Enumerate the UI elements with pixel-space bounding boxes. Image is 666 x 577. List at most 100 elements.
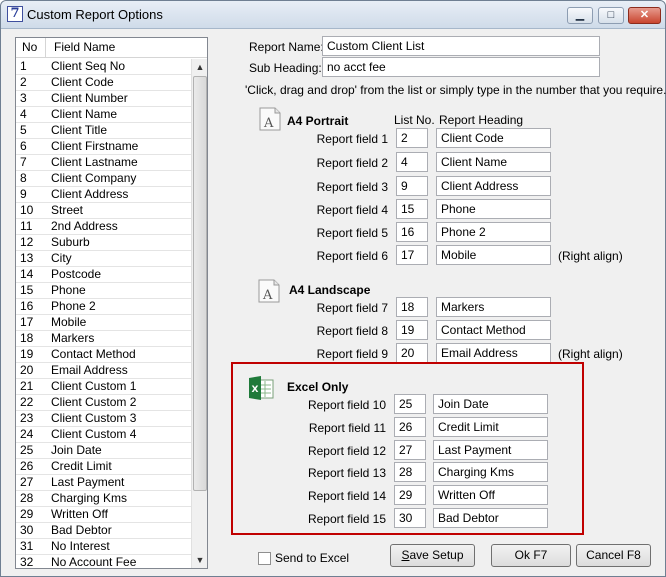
list-item-field-name: No Interest <box>51 539 110 553</box>
list-item[interactable]: 19 Contact Method <box>16 347 191 363</box>
list-item[interactable]: 26 Credit Limit <box>16 459 191 475</box>
report-heading-input[interactable]: Charging Kms <box>433 462 548 482</box>
list-item-field-name: No Account Fee <box>51 555 137 569</box>
list-item[interactable]: 24 Client Custom 4 <box>16 427 191 443</box>
list-item-number: 24 <box>20 427 34 441</box>
list-item[interactable]: 11 2nd Address <box>16 219 191 235</box>
list-no-input[interactable]: 28 <box>394 462 426 482</box>
list-no-input[interactable]: 15 <box>396 199 428 219</box>
report-field-label: Report field 7 <box>316 301 388 315</box>
sub-heading-label: Sub Heading: <box>249 61 322 75</box>
report-heading-input[interactable]: Last Payment <box>433 440 548 460</box>
list-item[interactable]: 4 Client Name <box>16 107 191 123</box>
list-item[interactable]: 22 Client Custom 2 <box>16 395 191 411</box>
list-item[interactable]: 12 Suburb <box>16 235 191 251</box>
list-no-input[interactable]: 18 <box>396 297 428 317</box>
report-field-label: Report field 1 <box>316 132 388 146</box>
cancel-button[interactable]: Cancel F8 <box>576 544 651 567</box>
list-item[interactable]: 20 Email Address <box>16 363 191 379</box>
list-item[interactable]: 23 Client Custom 3 <box>16 411 191 427</box>
list-item-number: 32 <box>20 555 34 569</box>
report-field-label: Report field 11 <box>308 421 386 435</box>
list-no-input[interactable]: 20 <box>396 343 428 363</box>
report-heading-input[interactable]: Bad Debtor <box>433 508 548 528</box>
column-header-no[interactable]: No <box>16 38 46 57</box>
report-heading-input[interactable]: Client Address <box>436 176 551 196</box>
list-scrollbar[interactable]: ▲ ▼ <box>191 59 207 568</box>
scroll-down-arrow-icon[interactable]: ▼ <box>193 552 207 568</box>
list-item[interactable]: 6 Client Firstname <box>16 139 191 155</box>
list-item[interactable]: 31 No Interest <box>16 539 191 555</box>
list-item[interactable]: 27 Last Payment <box>16 475 191 491</box>
list-item[interactable]: 15 Phone <box>16 283 191 299</box>
list-item-number: 15 <box>20 283 34 297</box>
maximize-button[interactable]: □ <box>598 7 624 24</box>
sub-heading-input[interactable]: no acct fee <box>322 57 600 77</box>
list-no-input[interactable]: 17 <box>396 245 428 265</box>
list-no-input[interactable]: 25 <box>394 394 426 414</box>
list-item[interactable]: 17 Mobile <box>16 315 191 331</box>
list-item[interactable]: 7 Client Lastname <box>16 155 191 171</box>
list-item[interactable]: 16 Phone 2 <box>16 299 191 315</box>
list-item-field-name: Client Company <box>51 171 137 185</box>
list-item[interactable]: 14 Postcode <box>16 267 191 283</box>
minimize-button[interactable]: ▁ <box>567 7 593 24</box>
list-no-input[interactable]: 9 <box>396 176 428 196</box>
report-heading-input[interactable]: Mobile <box>436 245 551 265</box>
field-list[interactable]: No Field Name 1 Client Seq No 2 Client Code… <box>15 37 208 569</box>
report-heading-input[interactable]: Contact Method <box>436 320 551 340</box>
scrollbar-thumb[interactable] <box>193 76 207 491</box>
column-header-field-name[interactable]: Field Name <box>46 38 115 57</box>
list-no-input[interactable]: 4 <box>396 152 428 172</box>
report-heading-input[interactable]: Email Address <box>436 343 551 363</box>
ok-button[interactable]: Ok F7 <box>491 544 571 567</box>
list-item[interactable]: 25 Join Date <box>16 443 191 459</box>
list-item-number: 11 <box>20 219 33 233</box>
report-heading-input[interactable]: Written Off <box>433 485 548 505</box>
send-to-excel-label[interactable]: Send to Excel <box>275 551 349 565</box>
list-item-number: 12 <box>20 235 34 249</box>
list-item-field-name: Phone 2 <box>51 299 96 313</box>
list-no-input[interactable]: 27 <box>394 440 426 460</box>
list-no-input[interactable]: 2 <box>396 128 428 148</box>
field-list-rows: 1 Client Seq No 2 Client Code 3 Client Number… <box>16 59 191 569</box>
list-item[interactable]: 29 Written Off <box>16 507 191 523</box>
list-no-input[interactable]: 19 <box>396 320 428 340</box>
report-heading-input[interactable]: Client Code <box>436 128 551 148</box>
report-heading-input[interactable]: Markers <box>436 297 551 317</box>
list-item[interactable]: 28 Charging Kms <box>16 491 191 507</box>
list-item[interactable]: 1 Client Seq No <box>16 59 191 75</box>
list-item[interactable]: 9 Client Address <box>16 187 191 203</box>
list-item-number: 23 <box>20 411 34 425</box>
list-no-input[interactable]: 30 <box>394 508 426 528</box>
list-item[interactable]: 21 Client Custom 1 <box>16 379 191 395</box>
report-name-input[interactable]: Custom Client List <box>322 36 600 56</box>
list-item[interactable]: 2 Client Code <box>16 75 191 91</box>
report-heading-input[interactable]: Phone 2 <box>436 222 551 242</box>
list-item[interactable]: 30 Bad Debtor <box>16 523 191 539</box>
report-heading-input[interactable]: Phone <box>436 199 551 219</box>
list-item-field-name: Client Custom 2 <box>51 395 137 409</box>
report-heading-input[interactable]: Join Date <box>433 394 548 414</box>
excel-only-title: Excel Only <box>287 380 349 394</box>
scroll-up-arrow-icon[interactable]: ▲ <box>193 59 207 75</box>
list-item[interactable]: 3 Client Number <box>16 91 191 107</box>
list-item[interactable]: 13 City <box>16 251 191 267</box>
list-no-input[interactable]: 26 <box>394 417 426 437</box>
list-item[interactable]: 32 No Account Fee <box>16 555 191 569</box>
list-no-input[interactable]: 16 <box>396 222 428 242</box>
list-item[interactable]: 18 Markers <box>16 331 191 347</box>
report-heading-input[interactable]: Credit Limit <box>433 417 548 437</box>
report-heading-input[interactable]: Client Name <box>436 152 551 172</box>
report-field-label: Report field 15 <box>307 512 386 526</box>
list-no-input[interactable]: 29 <box>394 485 426 505</box>
close-button[interactable]: ✕ <box>628 7 661 24</box>
save-setup-button[interactable]: Save Setup <box>390 544 475 567</box>
list-item-field-name: Mobile <box>51 315 87 329</box>
list-item[interactable]: 5 Client Title <box>16 123 191 139</box>
minimize-icon: ▁ <box>575 9 585 21</box>
send-to-excel-checkbox[interactable] <box>258 552 271 565</box>
list-item[interactable]: 10 Street <box>16 203 191 219</box>
list-item-number: 30 <box>20 523 34 537</box>
list-item[interactable]: 8 Client Company <box>16 171 191 187</box>
